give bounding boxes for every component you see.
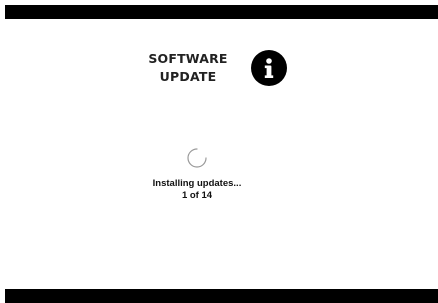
page-title: SOFTWARE UPDATE xyxy=(145,50,231,86)
top-black-bar xyxy=(5,5,438,19)
title-line-2: UPDATE xyxy=(159,69,217,84)
loading-spinner-icon xyxy=(186,147,208,169)
status-progress: 1 of 14 xyxy=(181,190,213,201)
software-update-screen: SOFTWARE UPDATE Installing updates... 1 … xyxy=(0,0,438,303)
info-icon[interactable] xyxy=(251,50,287,86)
bottom-black-bar xyxy=(5,289,438,303)
title-line-1: SOFTWARE xyxy=(148,51,228,66)
update-status: Installing updates... 1 of 14 xyxy=(134,178,260,202)
status-message: Installing updates... xyxy=(152,178,242,189)
